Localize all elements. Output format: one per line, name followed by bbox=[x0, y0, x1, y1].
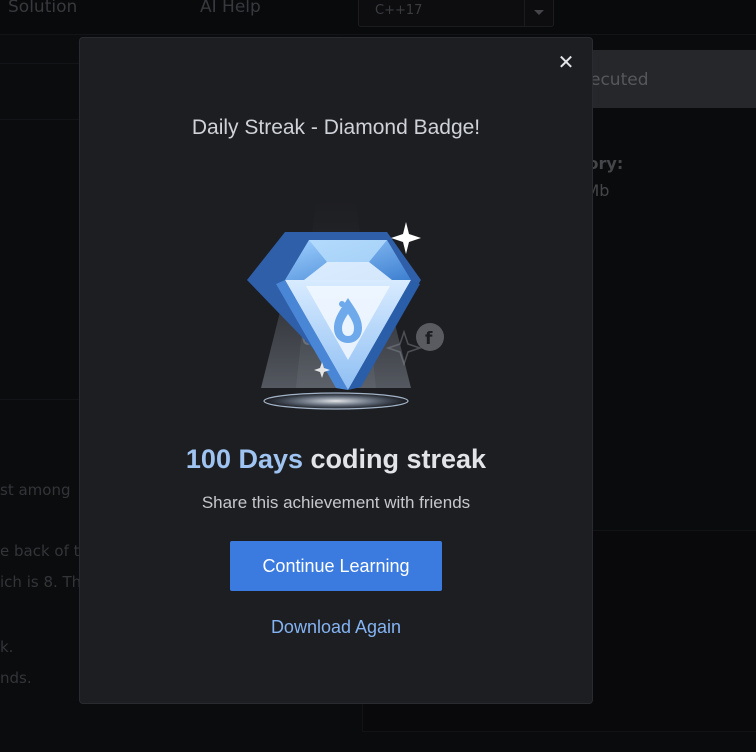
page: Solution AI Help C++17 st among e back o… bbox=[0, 0, 756, 752]
download-again-link[interactable]: Download Again bbox=[80, 617, 592, 638]
svg-text:f: f bbox=[425, 329, 433, 349]
share-subtitle: Share this achievement with friends bbox=[201, 493, 471, 512]
streak-text: coding streak bbox=[303, 444, 487, 474]
close-icon[interactable]: ✕ bbox=[554, 50, 578, 74]
facebook-icon: f bbox=[416, 323, 444, 351]
continue-learning-button[interactable]: Continue Learning bbox=[230, 541, 442, 591]
streak-modal: ✕ Daily Streak - Diamond Badge! f 100 Da… bbox=[80, 38, 592, 703]
modal-title: Daily Streak - Diamond Badge! bbox=[191, 116, 481, 139]
streak-title: 100 Days coding streak bbox=[80, 444, 592, 475]
streak-number: 100 Days bbox=[185, 444, 304, 474]
diamond-badge: in f bbox=[216, 188, 456, 410]
